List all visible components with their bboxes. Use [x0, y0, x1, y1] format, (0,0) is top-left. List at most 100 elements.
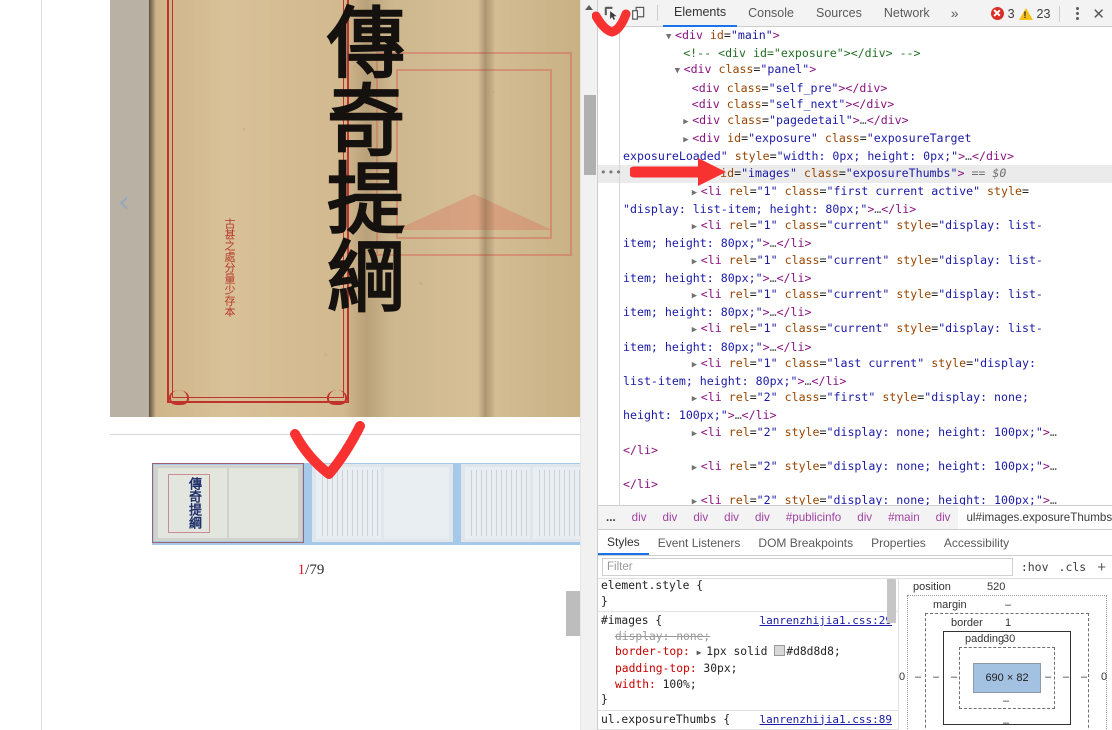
cls-toggle-button[interactable]: .cls	[1057, 560, 1089, 574]
style-rule[interactable]: element.style {}	[598, 577, 898, 613]
breadcrumb-item[interactable]: div	[849, 506, 880, 529]
styles-scrollbar[interactable]	[887, 577, 898, 730]
dom-tree-line[interactable]: "display: list-item; height: 80px;">…</l…	[598, 201, 1112, 217]
dom-tree-line[interactable]: item; height: 80px;">…</li>	[598, 270, 1112, 286]
style-declaration[interactable]: display: none;	[601, 629, 898, 645]
dom-tree-line[interactable]: ▶ <li rel="2" style="display: none; heigh…	[598, 492, 1112, 505]
tab-elements[interactable]: Elements	[663, 0, 738, 27]
styles-filter-input[interactable]	[602, 558, 1013, 576]
book-scan-image[interactable]: 傳奇提綱 古甚之處分量少存本	[149, 0, 580, 417]
dom-tree-line[interactable]: ▶ <li rel="1" class="current" style="disp…	[598, 320, 1112, 338]
thumbnail-item-1[interactable]: 傳奇提綱	[152, 463, 304, 543]
dom-tree-line[interactable]: ▶ <li rel="1" class="last current" style=…	[598, 355, 1112, 373]
dom-tree-line[interactable]: ▶ <li rel="2" style="display: none; heigh…	[598, 424, 1112, 442]
box-model-padding-top[interactable]: 30	[1003, 633, 1015, 645]
box-model-border-top[interactable]: 1	[1005, 617, 1011, 629]
box-model-margin-top[interactable]: –	[1005, 599, 1011, 611]
kebab-menu-icon[interactable]	[1069, 7, 1085, 20]
breadcrumb-item[interactable]: ul#images.exposureThumbs	[958, 506, 1112, 529]
breadcrumb-item[interactable]: div	[928, 506, 959, 529]
box-model-padding-right[interactable]: –	[1045, 671, 1051, 683]
breadcrumb[interactable]: ... div div div div div #publicinfo div #main div…	[598, 505, 1112, 530]
breadcrumb-item[interactable]: #publicinfo	[778, 506, 849, 529]
box-model-padding-left[interactable]: –	[951, 671, 957, 683]
box-model-margin-right[interactable]: –	[1081, 671, 1087, 683]
dom-tree-line[interactable]: ▶ <li rel="2" style="display: none; heigh…	[598, 458, 1112, 476]
box-model-border-right[interactable]: –	[1063, 671, 1069, 683]
dom-tree-line[interactable]: </li>	[598, 442, 1112, 458]
breadcrumb-item[interactable]: ...	[598, 506, 624, 529]
tab-dom-breakpoints[interactable]: DOM Breakpoints	[749, 530, 862, 555]
expand-triangle-icon[interactable]: ▶	[697, 648, 707, 657]
box-model-padding-bottom[interactable]: –	[1003, 695, 1009, 707]
dom-tree-line[interactable]: ▶ <li rel="2" class="first" style="displa…	[598, 389, 1112, 407]
hov-toggle-button[interactable]: :hov	[1019, 560, 1051, 574]
box-model-position-right[interactable]: 0	[1101, 671, 1107, 683]
dom-tree-line[interactable]: <div class="self_pre"></div>	[598, 80, 1112, 96]
page-scroll-up-arrow-icon[interactable]	[585, 5, 593, 10]
dom-tree-line[interactable]: <div class="self_next"></div>	[598, 96, 1112, 112]
style-declaration[interactable]: border-top: ▶ 1px solid #d8d8d8;	[601, 644, 898, 661]
dom-tree-line[interactable]: item; height: 80px;">…</li>	[598, 235, 1112, 251]
styles-rules-list[interactable]: element.style {} #images {lanrenzhijia1.c…	[598, 577, 898, 730]
tab-console[interactable]: Console	[737, 0, 805, 27]
device-toolbar-icon[interactable]	[625, 0, 652, 26]
warning-badge[interactable]: 23	[1018, 7, 1050, 21]
styles-scrollbar-thumb[interactable]	[887, 579, 896, 623]
box-model-border-bottom[interactable]: –	[1003, 717, 1009, 729]
page-scrollbar-thumb[interactable]	[584, 95, 596, 175]
dom-tree-line[interactable]: list-item; height: 80px;">…</li>	[598, 373, 1112, 389]
tab-accessibility[interactable]: Accessibility	[935, 530, 1018, 555]
breadcrumb-item[interactable]: div	[716, 506, 747, 529]
style-rule-selector[interactable]: #images {lanrenzhijia1.css:29	[601, 613, 898, 629]
style-rule-selector[interactable]: element.style {	[601, 578, 898, 594]
new-style-rule-button[interactable]: +	[1094, 560, 1109, 575]
error-badge[interactable]: 3	[990, 7, 1015, 21]
dom-tree-line[interactable]: ▶ <li rel="1" class="current" style="disp…	[598, 252, 1112, 270]
box-model-position-value[interactable]: 520	[987, 581, 1005, 593]
breadcrumb-item[interactable]: #main	[880, 506, 928, 529]
breadcrumb-item[interactable]: div	[624, 506, 655, 529]
dom-tree-line[interactable]: exposureLoaded" style="width: 0px; heigh…	[598, 148, 1112, 164]
box-model-border-left[interactable]: –	[933, 671, 939, 683]
dom-tree-line[interactable]: ••• ▼ <ul id="images" class="exposureThumb…	[598, 164, 1112, 183]
thumbnail-strip[interactable]: 傳奇提綱	[152, 463, 597, 545]
style-declaration[interactable]: padding-top: 30px;	[601, 661, 898, 677]
dom-tree-line[interactable]: ▶ <li rel="1" class="first current active…	[598, 183, 1112, 201]
tab-sources[interactable]: Sources	[805, 0, 873, 27]
box-model-position-left[interactable]: 0	[899, 671, 905, 683]
tab-network[interactable]: Network	[873, 0, 941, 27]
style-rule-source-link[interactable]: lanrenzhijia1.css:29	[760, 613, 892, 629]
style-rule[interactable]: #images {lanrenzhijia1.css:29 display: no…	[598, 612, 898, 711]
dom-tree-line[interactable]: </li>	[598, 476, 1112, 492]
style-declaration[interactable]: width: 100%;	[601, 677, 898, 693]
style-rule-selector[interactable]: ul.exposureThumbs {lanrenzhijia1.css:89	[601, 712, 898, 728]
breadcrumb-item[interactable]: div	[747, 506, 778, 529]
dom-tree-line[interactable]: ▶ <li rel="1" class="current" style="disp…	[598, 217, 1112, 235]
color-swatch-icon[interactable]	[774, 645, 786, 657]
close-icon[interactable]: ✕	[1089, 5, 1108, 23]
dom-tree-line[interactable]: ▶ <li rel="1" class="current" style="disp…	[598, 286, 1112, 304]
page-scrollbar[interactable]	[580, 0, 597, 730]
dom-tree-line[interactable]: ▶ <div id="exposure" class="exposureTarge…	[598, 130, 1112, 148]
chevron-left-icon[interactable]: ‹	[118, 188, 130, 218]
dom-tree-line[interactable]: ▼ <div class="panel">	[598, 61, 1112, 79]
style-rule[interactable]: ul.exposureThumbs {lanrenzhijia1.css:89	[598, 711, 898, 730]
tab-overflow-icon[interactable]: »	[941, 0, 969, 27]
tab-properties[interactable]: Properties	[862, 530, 935, 555]
dom-tree[interactable]: ▼ <div id="main"> <!-- <div id="exposure">…	[598, 27, 1112, 505]
box-model-margin-left[interactable]: –	[915, 671, 921, 683]
dom-tree-line[interactable]: <!-- <div id="exposure"></div> -->	[598, 45, 1112, 61]
breadcrumb-item[interactable]: div	[655, 506, 686, 529]
dom-tree-line[interactable]: height: 100px;">…</li>	[598, 407, 1112, 423]
inspect-element-icon[interactable]	[598, 0, 625, 26]
dom-tree-line[interactable]: ▼ <div id="main">	[598, 27, 1112, 45]
thumbnail-item-2[interactable]	[311, 463, 454, 543]
book-viewer[interactable]: 傳奇提綱 古甚之處分量少存本 ‹	[110, 0, 580, 417]
thumbnail-item-3[interactable]	[460, 463, 597, 543]
style-rule-source-link[interactable]: lanrenzhijia1.css:89	[760, 712, 892, 728]
dom-tree-line[interactable]: item; height: 80px;">…</li>	[598, 339, 1112, 355]
breadcrumb-item[interactable]: div	[685, 506, 716, 529]
tab-event-listeners[interactable]: Event Listeners	[649, 530, 750, 555]
dom-tree-ellipsis-icon[interactable]: •••	[600, 165, 623, 181]
